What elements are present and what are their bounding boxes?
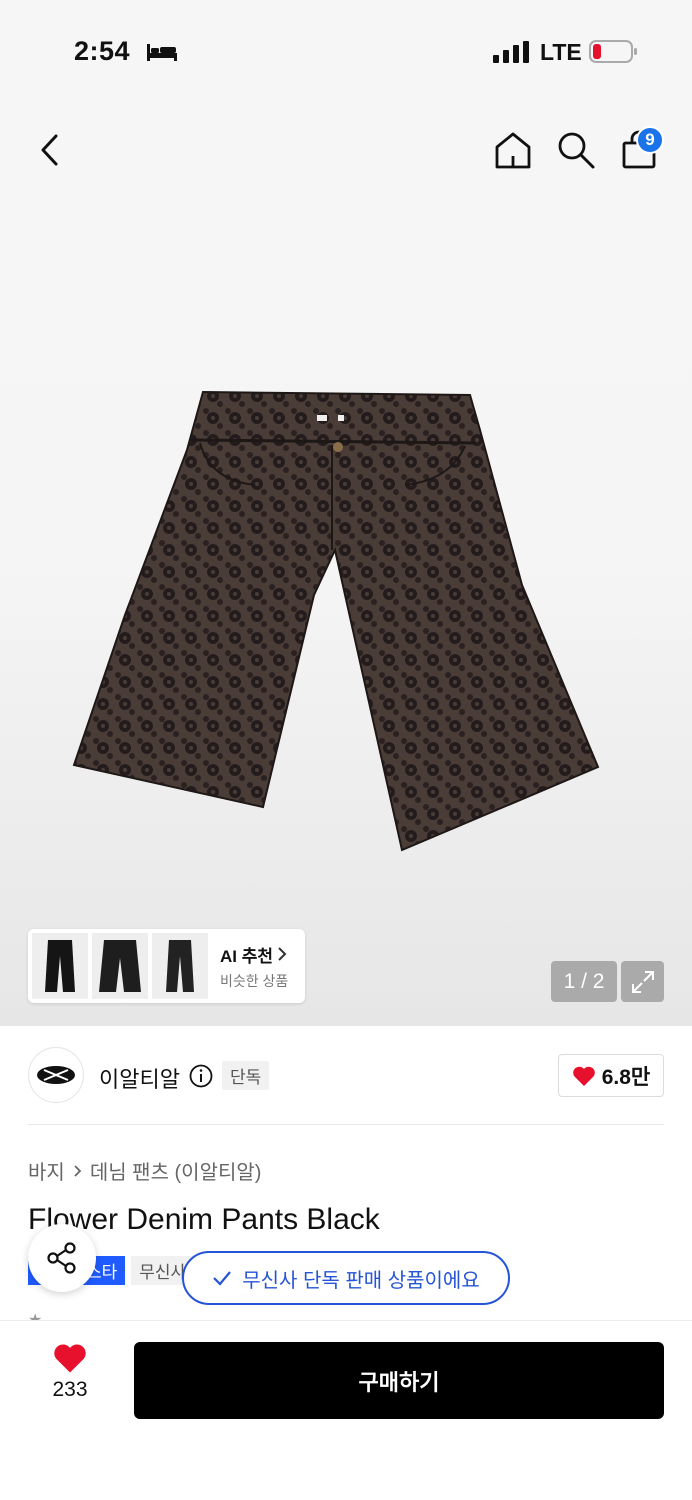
status-time: 2:54 — [74, 36, 131, 66]
search-icon — [558, 132, 595, 169]
share-icon — [47, 1242, 76, 1274]
toast-message: 무신사 단독 판매 상품이에요 — [242, 1269, 480, 1292]
brand-logo[interactable] — [28, 1047, 84, 1103]
cart-count-badge: 9 — [636, 126, 664, 154]
checkmark-icon — [213, 1271, 232, 1286]
wishlist-count: 233 — [52, 1378, 88, 1401]
chevron-right-icon — [278, 947, 287, 961]
expand-icon — [631, 970, 654, 993]
search-button[interactable] — [553, 127, 599, 173]
exclusive-badge: 단독 — [222, 1061, 270, 1090]
recommend-thumbnail[interactable] — [32, 933, 88, 999]
brand-like-button[interactable]: 6.8만 — [558, 1054, 664, 1097]
image-page-indicator: 1 / 2 — [551, 961, 617, 1002]
network-label: LTE — [540, 39, 582, 65]
buy-button[interactable]: 구매하기 — [134, 1342, 664, 1419]
chevron-left-icon — [41, 134, 58, 166]
chevron-right-icon — [74, 1164, 82, 1177]
back-button[interactable] — [28, 128, 72, 172]
heart-icon — [54, 1344, 86, 1373]
home-icon — [495, 132, 531, 169]
brand-name[interactable]: 이알티알 — [99, 1062, 180, 1094]
exclusive-toast: 무신사 단독 판매 상품이에요 — [182, 1251, 510, 1305]
brand-logo-icon — [37, 1066, 75, 1084]
recommend-thumbnail[interactable] — [92, 933, 148, 999]
battery-low-icon — [589, 40, 637, 63]
ai-recommend-title: AI 추천 — [220, 946, 274, 966]
expand-button[interactable] — [621, 961, 664, 1002]
wishlist-button[interactable]: 233 — [30, 1342, 110, 1418]
brand-like-count: 6.8만 — [601, 1065, 651, 1089]
recommend-thumbnail[interactable] — [152, 933, 208, 999]
signal-icon — [493, 41, 529, 63]
breadcrumb-subcategory[interactable]: 데님 팬츠 (이알티알) — [90, 1156, 262, 1185]
breadcrumb: 바지 데님 팬츠 (이알티알) — [28, 1156, 261, 1185]
info-icon[interactable] — [189, 1064, 213, 1088]
share-button[interactable] — [28, 1224, 96, 1292]
product-image[interactable] — [70, 385, 600, 855]
ai-recommend-subtitle: 비슷한 상품 — [220, 972, 289, 989]
ai-recommend-card[interactable]: AI 추천 비슷한 상품 — [28, 929, 305, 1003]
breadcrumb-category[interactable]: 바지 — [28, 1156, 65, 1185]
divider — [28, 1124, 664, 1125]
sleep-focus-icon — [147, 44, 177, 61]
home-button[interactable] — [490, 127, 536, 173]
heart-icon — [572, 1066, 595, 1086]
